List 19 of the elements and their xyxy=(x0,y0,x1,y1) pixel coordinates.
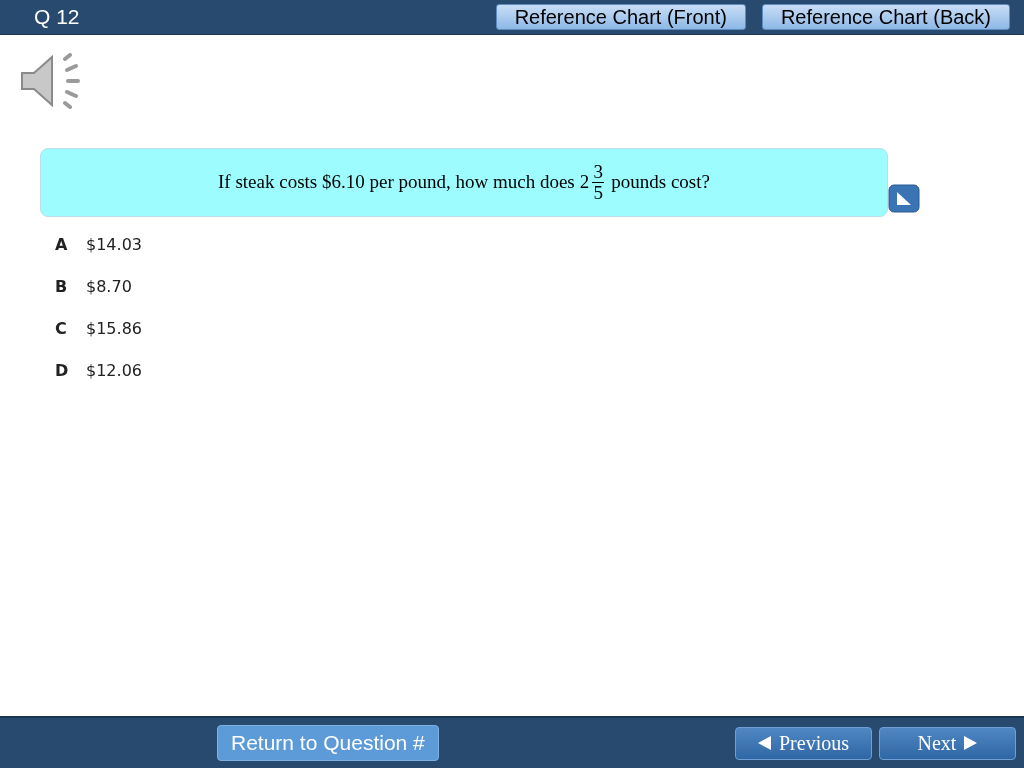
next-button[interactable]: Next xyxy=(879,726,1016,760)
left-triangle-icon xyxy=(758,736,771,750)
option-letter: B xyxy=(55,275,69,298)
reference-chart-button[interactable]: Reference Chart (Back) xyxy=(761,4,1010,30)
option-text: $8.70 xyxy=(86,275,132,298)
answer-option[interactable]: B $8.70 xyxy=(55,274,142,299)
option-text: $14.03 xyxy=(86,233,142,256)
option-letter: C xyxy=(55,317,68,340)
right-triangle-icon xyxy=(964,736,978,750)
reference-chart-button[interactable]: Reference Chart (Front) xyxy=(495,4,746,30)
question-number: Q 12 xyxy=(34,4,80,31)
option-letter: D xyxy=(55,359,69,382)
answer-option[interactable]: C $15.86 xyxy=(55,316,142,341)
option-text: $12.06 xyxy=(86,359,142,382)
option-letter: A xyxy=(55,233,69,256)
answer-option[interactable]: A $14.03 xyxy=(55,232,142,257)
previous-button[interactable]: Previous xyxy=(735,726,872,760)
option-text: $15.86 xyxy=(86,317,142,340)
answer-option[interactable]: D $12.06 xyxy=(55,358,142,383)
